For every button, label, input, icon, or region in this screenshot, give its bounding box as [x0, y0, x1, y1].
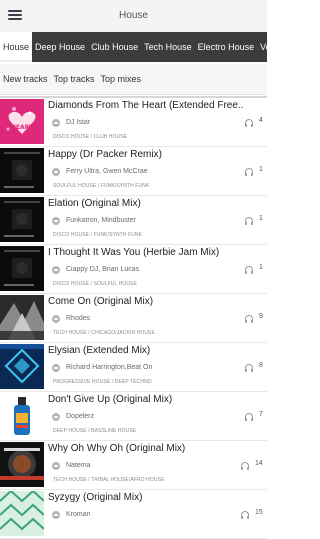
track-list: HEART Diamonds From The Heart (Extended …: [0, 96, 267, 539]
track-row[interactable]: Syzygy (Original Mix) Kroman 15: [0, 490, 267, 539]
track-row[interactable]: Elysian (Extended Mix) Richard Harringto…: [0, 343, 267, 392]
track-artist: Dopelerz: [66, 413, 95, 420]
track-row[interactable]: I Thought It Was You (Herbie Jam Mix) Ci…: [0, 245, 267, 294]
album-art-rhodes: [0, 295, 44, 340]
tab-top-tracks[interactable]: Top tracks: [51, 64, 95, 94]
genre-tab-bar: House Deep House Club House Tech House Elect…: [0, 32, 267, 62]
track-title: Diamonds From The Heart (Extended Free..: [48, 100, 244, 111]
headphones-icon: [245, 413, 253, 421]
track-row[interactable]: Come On (Original Mix) Rhodes TECH HOUSE…: [0, 294, 267, 343]
track-genres: DISCO HOUSE / FUNK/SYNTH FUNK: [53, 232, 143, 238]
track-row[interactable]: Happy (Dr Packer Remix) Ferry Ultra, Gwe…: [0, 147, 267, 196]
tab-club-house[interactable]: Club House: [88, 32, 141, 62]
track-artist: Ciappy DJ, Brian Lucas: [66, 266, 140, 273]
play-count: 9: [259, 313, 263, 320]
track-title: Don't Give Up (Original Mix): [48, 394, 173, 405]
track-artist: Funkatron, Mindbuster: [66, 217, 137, 224]
track-row[interactable]: HEART Diamonds From The Heart (Extended …: [0, 96, 267, 147]
track-title: I Thought It Was You (Herbie Jam Mix): [48, 247, 220, 258]
tab-electro-house[interactable]: Electro House: [195, 32, 258, 62]
artist-line: Funkatron, Mindbuster: [48, 215, 238, 227]
headphones-icon: [245, 217, 253, 225]
headphones-icon: [241, 462, 249, 470]
track-genres: SOULFUL HOUSE / FUNK/SYNTH FUNK: [53, 183, 150, 189]
artist-line: DJ Istar: [48, 117, 238, 129]
track-row[interactable]: Why Oh Why Oh (Original Mix) Natema TECH…: [0, 441, 267, 490]
album-art-geometric: [0, 344, 44, 389]
track-artist: Kroman: [66, 511, 91, 518]
artist-icon: [52, 315, 60, 323]
album-art-heart: HEART: [0, 99, 44, 144]
track-title: Elysian (Extended Mix): [48, 345, 151, 356]
headphones-icon: [245, 364, 253, 372]
artist-icon: [52, 217, 60, 225]
play-count: 7: [259, 411, 263, 418]
tab-deep-house[interactable]: Deep House: [32, 32, 88, 62]
artist-line: Ferry Ultra, Gwen McCrae: [48, 166, 238, 178]
artist-line: Rhodes: [48, 313, 238, 325]
artist-line: Ciappy DJ, Brian Lucas: [48, 264, 238, 276]
album-art-pattern: [0, 491, 44, 536]
artist-icon: [52, 462, 60, 470]
tab-house[interactable]: House: [0, 32, 33, 62]
track-row[interactable]: Elation (Original Mix) Funkatron, Mindbu…: [0, 196, 267, 245]
artist-icon: [52, 511, 60, 519]
artist-line: Richard Harrington,Beat On: [48, 362, 238, 374]
headphones-icon: [245, 315, 253, 323]
track-genres: TECH HOUSE / CHICAGO/JACKIN HOUSE: [53, 330, 155, 336]
play-count: 8: [259, 362, 263, 369]
tab-top-mixes[interactable]: Top mixes: [98, 64, 142, 94]
track-artist: Natema: [66, 462, 91, 469]
album-art-natema: [0, 442, 44, 487]
play-count: 14: [255, 460, 263, 467]
track-genres: PROGRESSIVE HOUSE / DEEP TECHNO: [53, 379, 152, 385]
track-genres: DISCO HOUSE / SOULFUL HOUSE: [53, 281, 137, 287]
artist-icon: [52, 413, 60, 421]
svg-text:HEART: HEART: [11, 124, 34, 131]
track-title: Syzygy (Original Mix): [48, 492, 143, 503]
track-artist: Richard Harrington,Beat On: [66, 364, 153, 371]
play-count: 1: [259, 264, 263, 271]
track-title: Elation (Original Mix): [48, 198, 141, 209]
play-count: 4: [259, 117, 263, 124]
track-genres: TECH HOUSE / TRIBAL HOUSE/AFRO HOUSE: [53, 477, 165, 483]
list-filter-tabs: New tracks Top tracks Top mixes: [0, 64, 267, 95]
track-row[interactable]: Don't Give Up (Original Mix) Dopelerz DE…: [0, 392, 267, 441]
artist-line: Natema: [48, 460, 238, 472]
tab-vocal-house[interactable]: Vo: [257, 32, 267, 62]
play-count: 1: [259, 166, 263, 173]
album-art-compilation: [0, 246, 44, 291]
play-count: 15: [255, 509, 263, 516]
page-title: House: [119, 10, 148, 21]
track-artist: DJ Istar: [66, 119, 91, 126]
track-genres: DEEP HOUSE / BASSLINE HOUSE: [53, 428, 137, 434]
artist-icon: [52, 266, 60, 274]
artist-icon: [52, 168, 60, 176]
artist-icon: [52, 119, 60, 127]
artist-line: Kroman: [48, 509, 238, 521]
tab-new-tracks[interactable]: New tracks: [0, 64, 48, 94]
headphones-icon: [245, 119, 253, 127]
artist-icon: [52, 364, 60, 372]
album-art-bottle: [0, 393, 44, 438]
album-art-compilation: [0, 197, 44, 242]
artist-line: Dopelerz: [48, 411, 238, 423]
headphones-icon: [245, 266, 253, 274]
track-artist: Rhodes: [66, 315, 91, 322]
app-bar: House: [0, 0, 267, 33]
play-count: 1: [259, 215, 263, 222]
tab-tech-house[interactable]: Tech House: [141, 32, 195, 62]
track-artist: Ferry Ultra, Gwen McCrae: [66, 168, 148, 175]
album-art-compilation: [0, 148, 44, 193]
track-title: Why Oh Why Oh (Original Mix): [48, 443, 186, 454]
track-title: Happy (Dr Packer Remix): [48, 149, 162, 160]
track-title: Come On (Original Mix): [48, 296, 154, 307]
headphones-icon: [245, 168, 253, 176]
track-genres: DISCO HOUSE / CLUB HOUSE: [53, 134, 128, 140]
